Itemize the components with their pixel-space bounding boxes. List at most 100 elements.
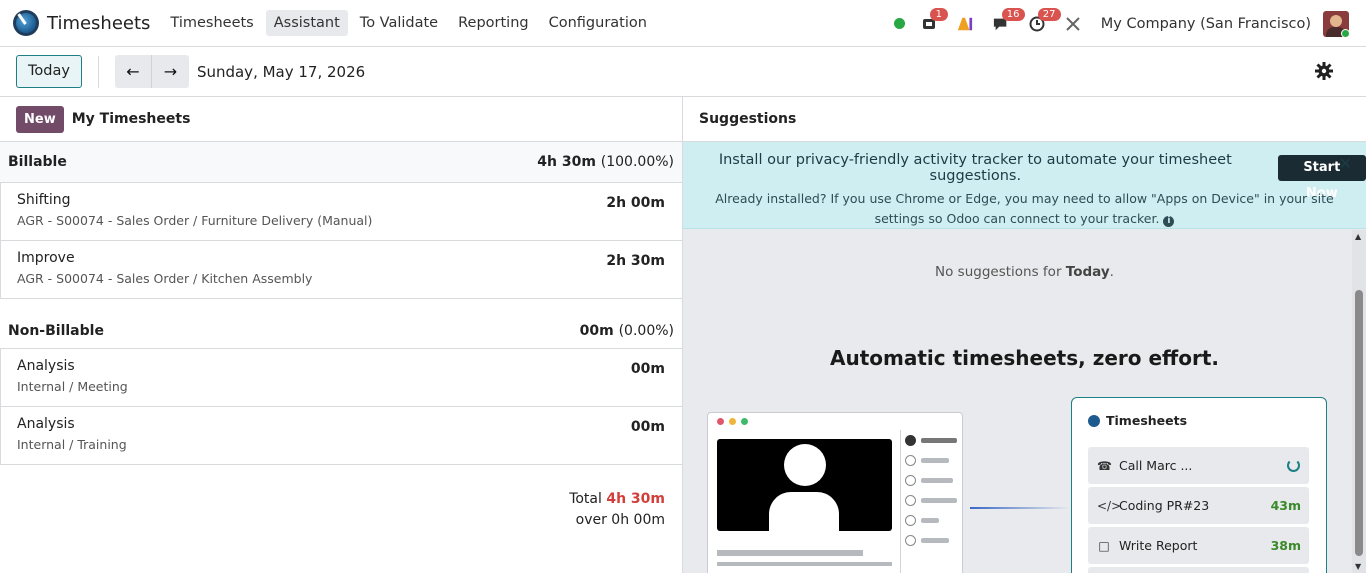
- menu-reporting[interactable]: Reporting: [450, 10, 537, 36]
- row-subtitle: AGR - S00074 - Sales Order / Kitchen Ass…: [17, 271, 313, 286]
- suggestion-entry: </> Coding PR#23 43m: [1088, 487, 1309, 524]
- group-total: 00m (0.00%): [580, 323, 674, 339]
- new-button[interactable]: New: [16, 105, 64, 133]
- presence-status-icon: [893, 18, 905, 29]
- row-subtitle: Internal / Meeting: [17, 379, 128, 394]
- suggestion-entry: [1088, 567, 1309, 573]
- row-hours: 2h 00m: [606, 195, 665, 211]
- entry-label: Call Marc ...: [1119, 458, 1193, 473]
- window-dots: [708, 413, 962, 425]
- group-label: Non-Billable: [8, 323, 104, 339]
- connection-line: [970, 507, 1070, 509]
- row-title: Improve: [17, 250, 75, 266]
- phone-badge: 1: [929, 7, 948, 21]
- group-total-hours: 00m: [579, 323, 614, 339]
- group-header-non-billable[interactable]: Non-Billable 00m (0.00%): [0, 308, 682, 349]
- row-hours: 00m: [630, 361, 665, 377]
- suggestions-panel: Suggestions Install our privacy-friendly…: [683, 97, 1366, 573]
- activities-badge: 27: [1037, 7, 1061, 21]
- scrollbar-thumb[interactable]: [1355, 290, 1363, 556]
- phone-icon[interactable]: 1: [921, 7, 948, 32]
- scroll-up-icon[interactable]: ▲: [1355, 232, 1361, 241]
- row-hours: 2h 30m: [606, 253, 665, 269]
- timesheet-row[interactable]: Shifting AGR - S00074 - Sales Order / Fu…: [0, 183, 682, 241]
- group-total-hours: 4h 30m: [537, 154, 596, 170]
- menu-configuration[interactable]: Configuration: [541, 10, 655, 36]
- group-label: Billable: [8, 154, 67, 170]
- total-over: over 0h 00m: [575, 512, 665, 528]
- timesheets-logo-icon: [13, 10, 39, 36]
- suggestion-entry: ☎ Call Marc ...: [1088, 447, 1309, 484]
- document-icon: □: [1098, 538, 1110, 553]
- clock-icon[interactable]: 27: [1029, 7, 1061, 32]
- suggestion-entry: □ Write Report 38m: [1088, 527, 1309, 564]
- group-total-pct: (100.00%): [600, 154, 674, 170]
- no-suggestions-text: No suggestions for Today.: [935, 264, 1114, 280]
- alert-subtext: Already installed? If you use Chrome or …: [715, 191, 1334, 226]
- timesheet-row[interactable]: Analysis Internal / Meeting 00m: [0, 349, 682, 407]
- date-navigation: ← →: [114, 55, 189, 88]
- divider: [97, 55, 99, 88]
- row-title: Analysis: [17, 416, 75, 432]
- chat-badge: 16: [1001, 7, 1025, 21]
- entry-label: Coding PR#23: [1119, 498, 1210, 513]
- chat-icon[interactable]: 16: [993, 7, 1025, 32]
- group-header-billable[interactable]: Billable 4h 30m (100.00%): [0, 142, 682, 183]
- phone-icon: ☎: [1097, 458, 1112, 473]
- ai-icon[interactable]: [957, 16, 973, 32]
- alert-message: Install our privacy-friendly activity tr…: [718, 152, 1232, 184]
- total-label: Total: [569, 491, 602, 507]
- scroll-down-icon[interactable]: ▼: [1355, 562, 1361, 571]
- no-suggestions-day: Today: [1065, 264, 1110, 280]
- timesheet-totals: Total 4h 30m over 0h 00m: [0, 489, 682, 531]
- menu-timesheets[interactable]: Timesheets: [162, 10, 261, 36]
- row-subtitle: AGR - S00074 - Sales Order / Furniture D…: [17, 213, 373, 228]
- entry-label: Write Report: [1119, 538, 1198, 553]
- tracker-alert: Install our privacy-friendly activity tr…: [683, 142, 1366, 229]
- company-switcher[interactable]: My Company (San Francisco): [1101, 16, 1311, 32]
- online-status-icon: [1341, 28, 1349, 37]
- app-title: Timesheets: [47, 12, 151, 34]
- promo-headline: Automatic timesheets, zero effort.: [829, 346, 1219, 370]
- timesheet-row[interactable]: Analysis Internal / Training 00m: [0, 407, 682, 465]
- timesheet-row[interactable]: Improve AGR - S00074 - Sales Order / Kit…: [0, 241, 682, 299]
- current-date: Sunday, May 17, 2026: [196, 62, 366, 81]
- start-now-button[interactable]: Start Now: [1277, 155, 1366, 201]
- control-panel: Today ← → Sunday, May 17, 2026: [0, 47, 1366, 97]
- arrow-left-icon[interactable]: ←: [114, 55, 152, 88]
- top-navbar: Timesheets Timesheets Assistant To Valid…: [0, 0, 1366, 47]
- loading-spinner-icon: [1287, 459, 1300, 472]
- group-total: 4h 30m (100.00%): [537, 154, 674, 170]
- suggestions-title: Suggestions: [683, 97, 1366, 142]
- menu-assistant[interactable]: Assistant: [265, 10, 348, 36]
- app-brand[interactable]: Timesheets: [13, 10, 150, 36]
- no-suggestions-prefix: No suggestions for: [935, 264, 1062, 280]
- systray: 1 16 27 My Company (San Francisco): [893, 0, 1366, 47]
- illustration-window: [707, 412, 963, 573]
- entry-duration: 38m: [1270, 538, 1301, 553]
- illustration-timesheets-card: Timesheets ☎ Call Marc ... </> Coding PR…: [1071, 397, 1327, 573]
- user-avatar[interactable]: [1323, 10, 1349, 37]
- main-menu: Timesheets Assistant To Validate Reporti…: [162, 10, 659, 36]
- gear-icon[interactable]: [1315, 62, 1333, 80]
- my-timesheets-panel: New My Timesheets Billable 4h 30m (100.0…: [0, 97, 683, 573]
- arrow-right-icon[interactable]: →: [151, 55, 189, 88]
- video-call-icon: [717, 439, 892, 531]
- group-total-pct: (0.00%): [618, 323, 674, 339]
- tools-icon[interactable]: [1065, 16, 1081, 32]
- row-subtitle: Internal / Training: [17, 437, 127, 452]
- timesheets-header: New My Timesheets: [0, 97, 682, 142]
- code-icon: </>: [1097, 498, 1122, 513]
- timesheets-logo-icon: [1088, 414, 1100, 427]
- row-title: Analysis: [17, 358, 75, 374]
- entry-duration: 43m: [1270, 498, 1301, 513]
- total-value: 4h 30m: [606, 491, 665, 507]
- today-button[interactable]: Today: [16, 55, 82, 88]
- menu-to-validate[interactable]: To Validate: [352, 10, 446, 36]
- row-title: Shifting: [17, 192, 71, 208]
- row-hours: 00m: [630, 419, 665, 435]
- panel-title: My Timesheets: [71, 111, 191, 127]
- info-icon[interactable]: i: [1163, 216, 1175, 227]
- scrollbar[interactable]: ▲ ▼: [1352, 230, 1366, 573]
- close-icon[interactable]: ✕: [1339, 154, 1352, 173]
